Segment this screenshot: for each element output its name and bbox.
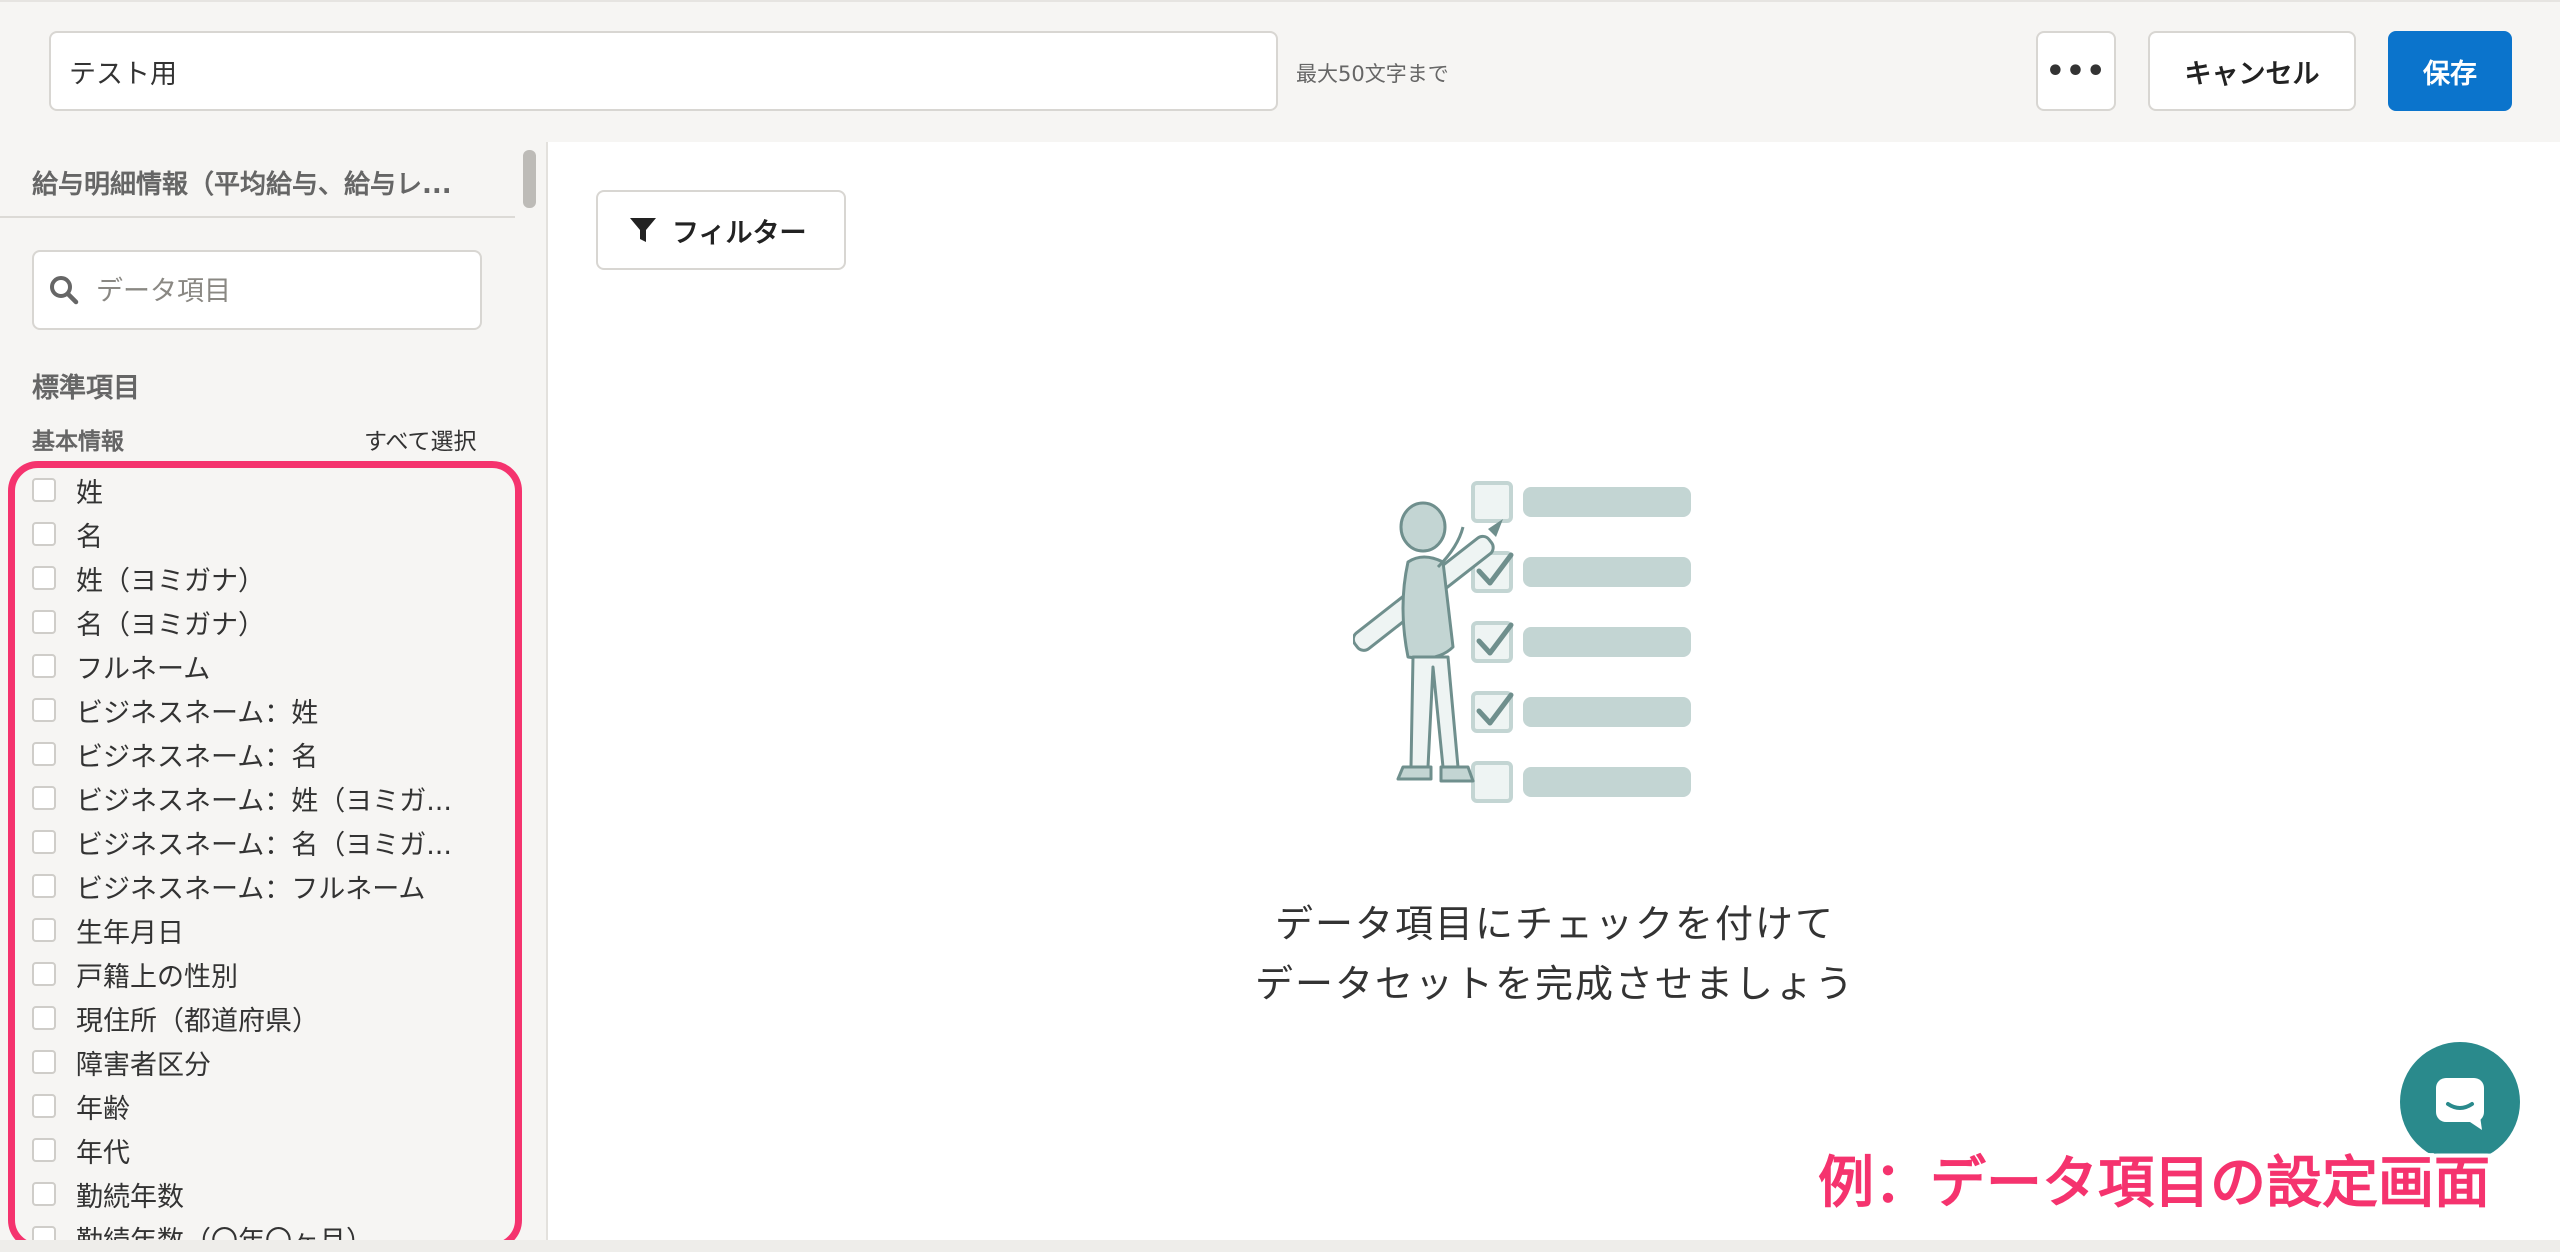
more-options-button[interactable]: ••• — [2036, 31, 2116, 111]
sidebar-title: 給与明細情報（平均給与、給与レ... — [32, 170, 452, 200]
top-bar: 最大50文字まで ••• キャンセル 保存 — [0, 0, 2560, 142]
save-button[interactable]: 保存 — [2388, 31, 2512, 111]
highlight-annotation-box — [8, 461, 522, 1250]
search-box[interactable] — [32, 250, 482, 330]
section-title-standard: 標準項目 — [32, 373, 140, 404]
sidebar-scrollbar[interactable] — [523, 150, 536, 208]
dataset-name-input[interactable] — [49, 31, 1278, 111]
group-title-basic: 基本情報 — [32, 429, 124, 455]
filter-icon — [630, 218, 656, 242]
search-input[interactable] — [94, 266, 468, 316]
empty-state-line-1: データ項目にチェックを付けて — [1274, 902, 1835, 946]
chat-icon — [2436, 1078, 2484, 1130]
main-panel: フィルター データ項目にチェックを付けて データセットを完成させましょう — [546, 142, 2560, 1242]
cancel-button[interactable]: キャンセル — [2148, 31, 2356, 111]
caption-annotation: 例：データ項目の設定画面 — [1818, 1151, 2490, 1216]
name-length-hint: 最大50文字まで — [1296, 62, 1449, 86]
search-icon — [50, 276, 79, 305]
empty-state-message: データ項目にチェックを付けて データセットを完成させましょう — [548, 894, 2560, 1014]
filter-button[interactable]: フィルター — [596, 190, 846, 270]
sidebar-divider — [0, 216, 515, 218]
empty-state-line-2: データセットを完成させましょう — [1254, 962, 1855, 1006]
filter-label: フィルター — [672, 217, 807, 249]
bottom-bar — [0, 1240, 2560, 1252]
select-all-link[interactable]: すべて選択 — [364, 422, 476, 456]
checklist-illustration — [1353, 481, 1691, 803]
